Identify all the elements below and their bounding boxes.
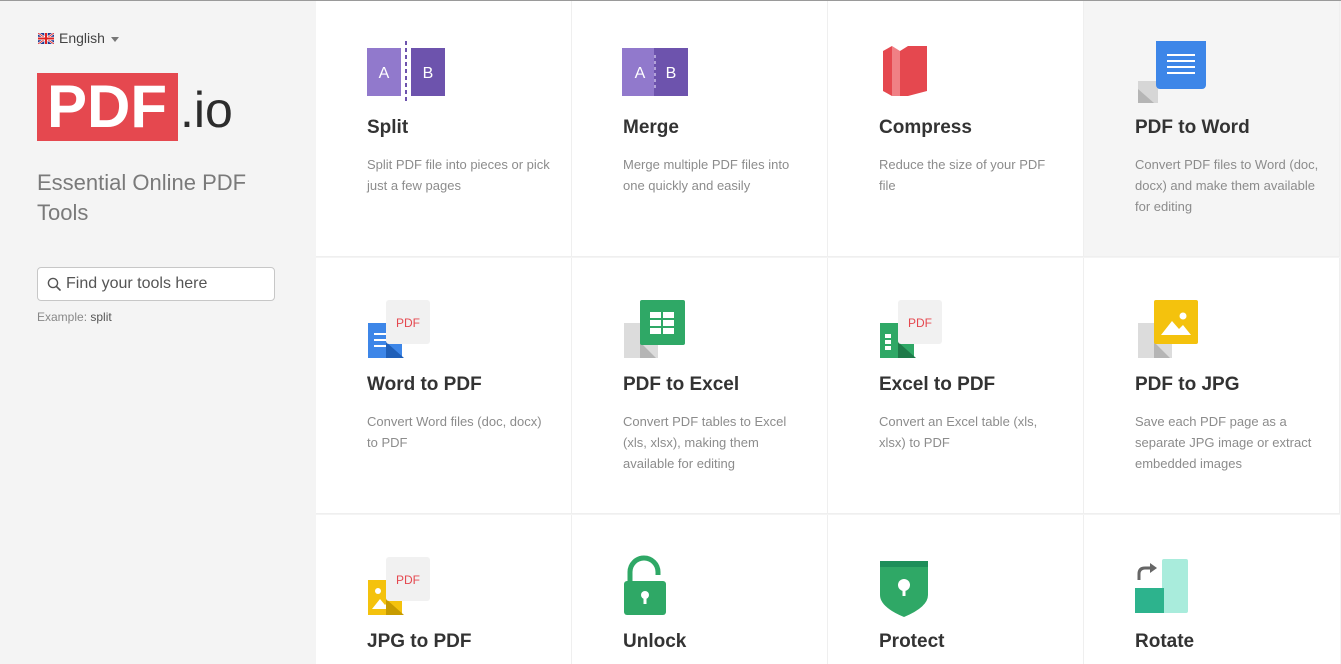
rotate-icon xyxy=(1135,559,1188,613)
example-prefix: Example: xyxy=(37,310,88,324)
tool-description: Convert PDF tables to Excel (xls, xlsx),… xyxy=(623,414,787,471)
language-label: English xyxy=(59,30,105,46)
split-icon: A B xyxy=(367,41,445,103)
pdf-badge: PDF xyxy=(908,316,932,330)
tool-pdf-to-excel[interactable]: PDF to Excel Convert PDF tables to Excel… xyxy=(572,258,828,514)
sidebar: English PDF .io Essential Online PDF Too… xyxy=(0,1,316,664)
search-example: Example: split xyxy=(37,310,112,324)
tool-unlock[interactable]: Unlock xyxy=(572,515,828,664)
split-letter-b: B xyxy=(423,65,434,82)
pdf-badge: PDF xyxy=(396,316,420,330)
tool-title: JPG to PDF xyxy=(367,631,472,652)
uk-flag-icon xyxy=(38,32,54,44)
unlock-icon xyxy=(624,555,666,615)
tool-word-to-pdf[interactable]: PDF Word to PDF Convert Word files (doc,… xyxy=(316,258,572,514)
logo[interactable]: PDF .io xyxy=(37,73,233,141)
tool-description: Convert PDF files to Word (doc, docx) an… xyxy=(1135,157,1319,214)
tagline: Essential Online PDF Tools xyxy=(37,170,247,225)
tools-grid: A B Split Split PDF file into pieces or … xyxy=(316,1,1341,664)
excel-to-pdf-icon: PDF xyxy=(880,300,942,358)
merge-letter-b: B xyxy=(666,65,677,82)
pdf-to-word-icon xyxy=(1138,41,1206,103)
tool-title: Protect xyxy=(879,631,945,652)
tool-description: Convert an Excel table (xls, xlsx) to PD… xyxy=(879,414,1038,450)
logo-suffix: .io xyxy=(180,82,233,138)
tool-description: Reduce the size of your PDF file xyxy=(879,157,1046,193)
merge-icon: A B xyxy=(622,48,688,96)
tool-description: Save each PDF page as a separate JPG ima… xyxy=(1135,414,1312,471)
tool-rotate[interactable]: Rotate xyxy=(1084,515,1340,664)
tool-title: PDF to Excel xyxy=(623,374,740,395)
pdf-to-excel-icon xyxy=(624,300,685,358)
tool-excel-to-pdf[interactable]: PDF Excel to PDF Convert an Excel table … xyxy=(828,258,1084,514)
pdf-to-jpg-icon xyxy=(1138,300,1198,358)
tool-merge[interactable]: A B Merge Merge multiple PDF files into … xyxy=(572,1,828,257)
pdf-badge: PDF xyxy=(396,573,420,587)
search-box[interactable] xyxy=(37,267,275,301)
tool-pdf-to-jpg[interactable]: PDF to JPG Save each PDF page as a separ… xyxy=(1084,258,1340,514)
tool-title: Split xyxy=(367,117,409,138)
logo-brand: PDF xyxy=(37,73,178,141)
tool-title: PDF to JPG xyxy=(1135,374,1240,395)
tool-description: Merge multiple PDF files into one quickl… xyxy=(623,157,790,193)
tool-title: Rotate xyxy=(1135,631,1195,652)
tool-split[interactable]: A B Split Split PDF file into pieces or … xyxy=(316,1,572,257)
jpg-to-pdf-icon: PDF xyxy=(368,557,430,615)
split-letter-a: A xyxy=(379,65,390,82)
tool-title: Merge xyxy=(623,117,679,138)
example-value[interactable]: split xyxy=(90,310,111,324)
tool-jpg-to-pdf[interactable]: PDF JPG to PDF xyxy=(316,515,572,664)
search-input[interactable] xyxy=(66,275,266,293)
chevron-down-icon xyxy=(110,36,119,42)
tool-title: Word to PDF xyxy=(367,374,482,395)
word-to-pdf-icon: PDF xyxy=(368,300,430,358)
tool-protect[interactable]: Protect xyxy=(828,515,1084,664)
tool-title: Unlock xyxy=(623,631,687,652)
tool-title: Compress xyxy=(879,117,972,138)
protect-icon xyxy=(880,561,928,617)
compress-icon xyxy=(883,46,927,96)
tool-title: PDF to Word xyxy=(1135,117,1250,138)
tool-title: Excel to PDF xyxy=(879,374,996,395)
tool-compress[interactable]: Compress Reduce the size of your PDF fil… xyxy=(828,1,1084,257)
search-icon xyxy=(47,277,61,291)
merge-letter-a: A xyxy=(635,65,646,82)
tool-pdf-to-word[interactable]: PDF to Word Convert PDF files to Word (d… xyxy=(1084,1,1340,257)
tool-description: Split PDF file into pieces or pick just … xyxy=(367,157,550,193)
language-selector[interactable]: English xyxy=(38,30,119,46)
tool-description: Convert Word files (doc, docx) to PDF xyxy=(367,414,542,450)
